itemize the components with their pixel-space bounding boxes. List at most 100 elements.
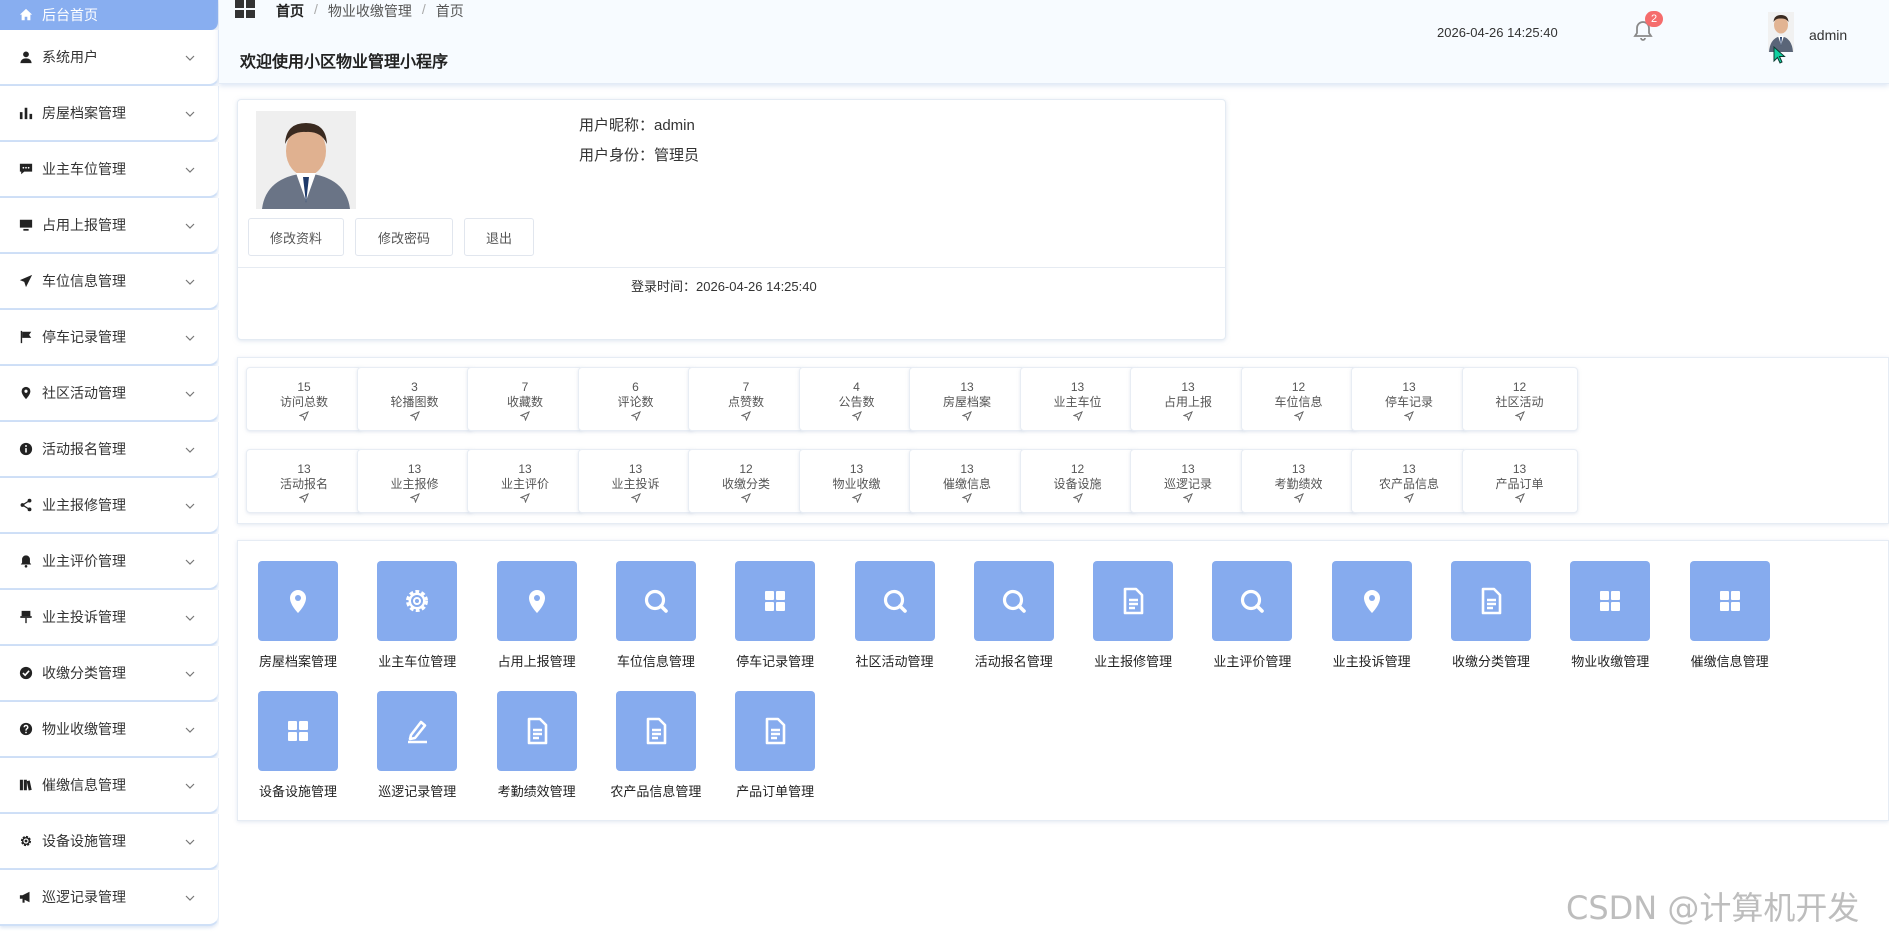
search-icon[interactable] (973, 561, 1054, 641)
grid-icon[interactable] (1689, 561, 1770, 641)
document-icon[interactable] (1093, 561, 1174, 641)
module-shortcut[interactable]: 占用上报管理 (487, 561, 587, 670)
stat-card[interactable]: 13 业主车位 (1019, 367, 1136, 431)
sidebar-item[interactable]: 业主报修管理 (0, 478, 219, 534)
module-shortcut[interactable]: 车位信息管理 (606, 561, 706, 670)
module-shortcut[interactable]: 停车记录管理 (725, 561, 825, 670)
stat-card[interactable]: 13 农产品信息 (1351, 449, 1467, 513)
edit-profile-button[interactable]: 修改资料 (248, 218, 344, 256)
sidebar-item[interactable]: 车位信息管理 (0, 254, 219, 310)
sidebar-item[interactable]: 社区活动管理 (0, 366, 219, 422)
sidebar-item[interactable]: 收缴分类管理 (0, 646, 219, 702)
stat-card[interactable]: 12 车位信息 (1240, 367, 1357, 431)
sidebar-item[interactable]: 物业收缴管理 (0, 702, 219, 758)
module-shortcut[interactable]: 业主评价管理 (1202, 561, 1302, 670)
document-icon[interactable] (735, 691, 816, 771)
breadcrumb-item[interactable]: 物业收缴管理 (328, 1, 412, 21)
stat-value: 4 (853, 380, 860, 394)
module-shortcut[interactable]: 巡逻记录管理 (367, 691, 467, 800)
module-shortcut[interactable]: 业主报修管理 (1083, 561, 1183, 670)
stat-card[interactable]: 13 业主报修 (356, 449, 473, 513)
sidebar-item[interactable]: 巡逻记录管理 (0, 870, 219, 926)
sidebar-item[interactable]: 占用上报管理 (0, 198, 219, 254)
module-shortcut[interactable]: 活动报名管理 (964, 561, 1064, 670)
stat-card[interactable]: 13 业主投诉 (577, 449, 694, 513)
stat-card[interactable]: 13 活动报名 (246, 449, 362, 513)
stat-card[interactable]: 6 评论数 (577, 367, 694, 431)
stat-card[interactable]: 15 访问总数 (246, 367, 362, 431)
stat-card[interactable]: 13 停车记录 (1351, 367, 1467, 431)
login-time-text: 登录时间：2026-04-26 14:25:40 (631, 279, 817, 294)
logout-button[interactable]: 退出 (464, 218, 534, 256)
gear-icon[interactable] (377, 561, 458, 641)
stat-label: 社区活动 (1495, 395, 1544, 409)
module-shortcut[interactable]: 业主车位管理 (367, 561, 467, 670)
module-shortcut[interactable]: 房屋档案管理 (248, 561, 348, 670)
edit-icon[interactable] (377, 691, 458, 771)
module-shortcut[interactable]: 考勤绩效管理 (487, 691, 587, 800)
stat-card[interactable]: 7 点赞数 (688, 367, 804, 431)
sidebar-item-label: 业主车位管理 (42, 161, 126, 177)
stat-card[interactable]: 13 产品订单 (1461, 449, 1578, 513)
stat-card[interactable]: 13 物业收缴 (798, 449, 915, 513)
nickname-text: 用户昵称：admin (579, 117, 695, 134)
sidebar-item[interactable]: 业主车位管理 (0, 142, 219, 198)
sidebar-item-label: 业主评价管理 (42, 553, 126, 569)
navigation-arrow-icon (741, 411, 751, 421)
grid-menu-icon[interactable] (235, 0, 255, 18)
grid-icon[interactable] (735, 561, 816, 641)
stat-card[interactable]: 12 社区活动 (1461, 367, 1578, 431)
stat-card[interactable]: 13 业主评价 (467, 449, 583, 513)
stat-card[interactable]: 12 设备设施 (1019, 449, 1136, 513)
sidebar-item[interactable]: 活动报名管理 (0, 422, 219, 478)
stat-card[interactable]: 4 公告数 (798, 367, 915, 431)
navigation-arrow-icon (851, 411, 862, 421)
document-icon[interactable] (1451, 561, 1531, 641)
sidebar-item[interactable]: 设备设施管理 (0, 814, 219, 870)
header-username[interactable]: admin (1809, 27, 1847, 43)
location-icon[interactable] (258, 561, 338, 641)
search-icon[interactable] (854, 561, 935, 641)
module-shortcut[interactable]: 产品订单管理 (725, 691, 825, 800)
grid-icon[interactable] (258, 691, 338, 771)
change-password-button[interactable]: 修改密码 (355, 218, 453, 256)
stat-card[interactable]: 3 轮播图数 (356, 367, 473, 431)
sidebar-item[interactable]: 后台首页 (0, 0, 219, 30)
stat-label: 业主投诉 (611, 477, 660, 491)
stat-card[interactable]: 12 收缴分类 (688, 449, 804, 513)
location-icon[interactable] (1331, 561, 1412, 641)
module-shortcut[interactable]: 社区活动管理 (845, 561, 945, 670)
module-label: 业主车位管理 (378, 654, 457, 669)
navigation-arrow-icon (1183, 411, 1193, 421)
stat-card[interactable]: 13 巡逻记录 (1130, 449, 1246, 513)
sidebar-item[interactable]: 催缴信息管理 (0, 758, 219, 814)
module-shortcut[interactable]: 业主投诉管理 (1322, 561, 1422, 670)
stat-card[interactable]: 13 催缴信息 (909, 449, 1025, 513)
module-shortcut[interactable]: 收缴分类管理 (1441, 561, 1541, 670)
module-shortcut[interactable]: 物业收缴管理 (1560, 561, 1660, 670)
search-icon[interactable] (1212, 561, 1293, 641)
stat-card[interactable]: 13 占用上报 (1130, 367, 1246, 431)
module-shortcut[interactable]: 农产品信息管理 (606, 691, 706, 800)
stat-card[interactable]: 7 收藏数 (467, 367, 583, 431)
breadcrumb-home[interactable]: 首页 (276, 1, 304, 21)
sidebar-item[interactable]: 停车记录管理 (0, 310, 219, 366)
sidebar-item[interactable]: 系统用户 (0, 30, 219, 86)
grid-icon[interactable] (1570, 561, 1651, 641)
sidebar-item[interactable]: 房屋档案管理 (0, 86, 219, 142)
stat-card[interactable]: 13 房屋档案 (909, 367, 1025, 431)
location-icon[interactable] (496, 561, 577, 641)
chevron-down-icon (184, 387, 196, 399)
module-shortcut[interactable]: 催缴信息管理 (1680, 561, 1780, 670)
stat-value: 13 (960, 462, 974, 476)
stat-card[interactable]: 13 考勤绩效 (1240, 449, 1357, 513)
sidebar-item[interactable]: 业主评价管理 (0, 534, 219, 590)
document-icon[interactable] (615, 691, 696, 771)
module-shortcut[interactable]: 设备设施管理 (248, 691, 348, 800)
search-icon[interactable] (615, 561, 696, 641)
role-text: 用户身份：管理员 (579, 147, 700, 164)
document-icon[interactable] (496, 691, 577, 771)
pin-icon (18, 609, 34, 625)
sidebar-item-label: 社区活动管理 (42, 385, 126, 401)
sidebar-item[interactable]: 业主投诉管理 (0, 590, 219, 646)
